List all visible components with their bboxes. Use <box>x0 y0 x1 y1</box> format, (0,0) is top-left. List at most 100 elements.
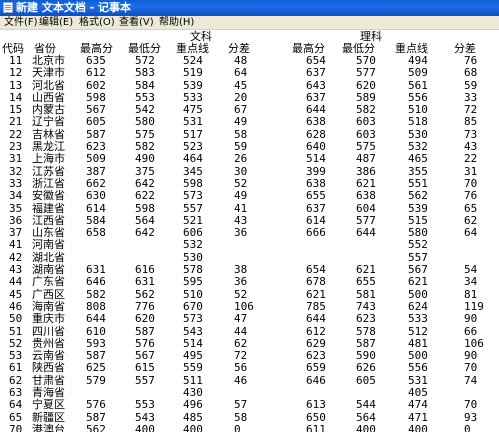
cell-wenke-diff: 58 <box>234 127 248 141</box>
cell-wenke-min: 580 <box>135 115 155 129</box>
cell-code: 41 <box>9 238 23 252</box>
cell-wenke-line: 514 <box>183 336 203 350</box>
cell-like-min: 644 <box>356 226 376 240</box>
cell-wenke-line: 523 <box>183 140 203 154</box>
cell-wenke-diff: 30 <box>234 164 248 178</box>
cell-wenke-min: 567 <box>135 349 155 363</box>
cell-wenke-max: 662 <box>86 176 106 190</box>
menu-help[interactable]: 帮助(H) <box>157 16 196 29</box>
cell-like-diff: 76 <box>464 54 478 67</box>
cell-like-diff: 62 <box>464 213 478 227</box>
menu-edit[interactable]: 编辑(E) <box>37 16 75 29</box>
cell-like-diff: 22 <box>464 152 478 166</box>
cell-code: 34 <box>9 189 23 203</box>
cell-wenke-line: 557 <box>183 201 203 215</box>
cell-wenke-line: 530 <box>183 250 203 264</box>
cell-code: 46 <box>9 299 23 313</box>
cell-like-diff: 70 <box>464 361 478 375</box>
cell-like-min: 386 <box>356 164 376 178</box>
cell-like-line: 557 <box>408 250 428 264</box>
cell-code: 70 <box>9 422 23 432</box>
cell-wenke-diff: 36 <box>234 226 248 240</box>
cell-wenke-line: 606 <box>183 226 203 240</box>
cell-wenke-diff: 62 <box>234 336 248 350</box>
cell-wenke-max: 610 <box>86 324 106 338</box>
cell-wenke-line: 345 <box>183 164 203 178</box>
cell-wenke-min: 557 <box>135 373 155 387</box>
cell-like-min: 621 <box>356 263 376 277</box>
cell-like-diff: 34 <box>464 275 478 289</box>
cell-wenke-max: 587 <box>86 349 106 363</box>
cell-wenke-diff: 57 <box>234 398 248 412</box>
cell-wenke-min: 616 <box>135 263 155 277</box>
table-row: 61 陕西省 625 615 559 56 659 626 556 70 <box>0 362 499 374</box>
cell-like-line: 500 <box>408 349 428 363</box>
window-title-bar[interactable]: 新建 文本文档 - 记事本 <box>0 0 499 16</box>
cell-wenke-diff: 26 <box>234 152 248 166</box>
cell-wenke-max: 614 <box>86 201 106 215</box>
cell-like-diff: 70 <box>464 398 478 412</box>
cell-province: 新疆区 <box>32 410 65 424</box>
cell-like-line: 465 <box>408 152 428 166</box>
cell-wenke-max: 605 <box>86 115 106 129</box>
cell-province: 上海市 <box>32 152 65 166</box>
cell-wenke-min: 631 <box>135 275 155 289</box>
cell-like-diff: 54 <box>464 263 478 277</box>
cell-wenke-max: 808 <box>86 299 106 313</box>
cell-like-min: 578 <box>356 324 376 338</box>
cell-province: 贵州省 <box>32 336 65 350</box>
menu-format[interactable]: 格式(O) <box>77 16 117 29</box>
cell-like-line: 510 <box>408 103 428 117</box>
cell-province: 天津市 <box>32 66 65 80</box>
cell-like-min: 570 <box>356 54 376 67</box>
cell-code: 21 <box>9 115 23 129</box>
cell-code: 37 <box>9 226 23 240</box>
cell-wenke-diff: 44 <box>234 324 248 338</box>
cell-wenke-max: 646 <box>86 275 106 289</box>
cell-province: 陕西省 <box>32 361 65 375</box>
cell-like-diff: 85 <box>464 115 478 129</box>
cell-like-line: 530 <box>408 127 428 141</box>
cell-wenke-line: 495 <box>183 349 203 363</box>
cell-wenke-min: 583 <box>135 66 155 80</box>
cell-wenke-min: 553 <box>135 398 155 412</box>
cell-wenke-diff: 52 <box>234 176 248 190</box>
cell-wenke-line: 521 <box>183 213 203 227</box>
cell-like-min: 575 <box>356 140 376 154</box>
menu-file[interactable]: 文件(F) <box>2 16 40 29</box>
cell-wenke-min: 598 <box>135 201 155 215</box>
cell-like-line: 355 <box>408 164 428 178</box>
cell-wenke-max: 623 <box>86 140 106 154</box>
cell-wenke-max: 567 <box>86 103 106 117</box>
cell-province: 湖南省 <box>32 263 65 277</box>
notepad-icon <box>3 2 13 13</box>
cell-wenke-diff: 72 <box>234 349 248 363</box>
cell-code: 23 <box>9 140 23 154</box>
cell-like-line: 532 <box>408 140 428 154</box>
cell-wenke-min: 576 <box>135 336 155 350</box>
cell-wenke-line: 485 <box>183 410 203 424</box>
cell-wenke-min: 584 <box>135 78 155 92</box>
cell-like-min: 603 <box>356 115 376 129</box>
cell-wenke-diff: 45 <box>234 78 248 92</box>
cell-wenke-min: 575 <box>135 127 155 141</box>
cell-wenke-min: 490 <box>135 152 155 166</box>
cell-wenke-min: 562 <box>135 287 155 301</box>
cell-like-diff: 90 <box>464 349 478 363</box>
cell-like-max: 638 <box>306 115 326 129</box>
cell-code: 14 <box>9 90 23 104</box>
cell-wenke-line: 533 <box>183 90 203 104</box>
cell-like-max: 654 <box>306 54 326 67</box>
menu-bar: 文件(F) 编辑(E) 格式(O) 查看(V) 帮助(H) <box>0 16 499 30</box>
cell-like-min: 621 <box>356 176 376 190</box>
cell-wenke-line: 524 <box>183 54 203 67</box>
cell-province: 甘肃省 <box>32 373 65 387</box>
table-row: 44 广东省 646 631 595 36 678 655 621 34 <box>0 276 499 288</box>
cell-like-max: 611 <box>306 422 326 432</box>
cell-like-min: 655 <box>356 275 376 289</box>
menu-view[interactable]: 查看(V) <box>117 16 156 29</box>
text-editor-area[interactable]: 文科 理科 代码 省份 最高分 最低分 重点线 分差 最高分 最低分 重点线 分… <box>0 30 499 432</box>
cell-like-min: 581 <box>356 287 376 301</box>
cell-wenke-line: 573 <box>183 312 203 326</box>
cell-wenke-diff: 48 <box>234 54 248 67</box>
